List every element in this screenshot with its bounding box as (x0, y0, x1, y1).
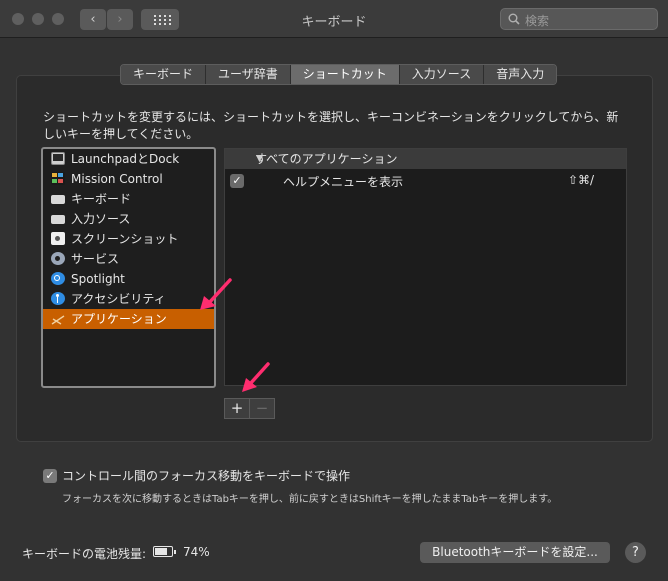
search-field[interactable]: 検索 (500, 8, 658, 30)
help-button[interactable]: ? (625, 542, 646, 563)
tab-dictation[interactable]: 音声入力 (484, 65, 557, 84)
category-label: Mission Control (71, 172, 163, 186)
screenshot-icon (51, 232, 65, 245)
category-label: サービス (71, 252, 120, 266)
mission-control-icon (51, 172, 65, 185)
category-list[interactable]: LaunchpadとDock Mission Control キーボード 入力ソ… (41, 147, 216, 388)
category-mission-control[interactable]: Mission Control (43, 169, 214, 189)
category-accessibility[interactable]: アクセシビリティ (43, 289, 214, 309)
disclosure-triangle-icon[interactable]: ▼ (256, 154, 263, 164)
shortcut-keys[interactable]: ⇧⌘/ (568, 173, 594, 187)
setup-bluetooth-keyboard-button[interactable]: Bluetoothキーボードを設定... (420, 542, 610, 563)
battery-label: キーボードの電池残量: (22, 547, 147, 561)
accessibility-icon (51, 292, 65, 305)
tab-input-sources[interactable]: 入力ソース (399, 65, 485, 84)
category-services[interactable]: サービス (43, 249, 214, 269)
category-screenshots[interactable]: スクリーンショット (43, 229, 214, 249)
battery-percent: 74% (183, 545, 210, 559)
shortcut-name: ヘルプメニューを表示 (283, 175, 404, 189)
instruction-text: ショートカットを変更するには、ショートカットを選択し、キーコンビネーションをクリ… (43, 110, 619, 141)
gear-icon (51, 252, 65, 265)
battery-icon (153, 546, 176, 557)
category-label: LaunchpadとDock (71, 152, 180, 166)
remove-shortcut-button[interactable]: − (249, 398, 275, 419)
spotlight-icon (51, 272, 65, 285)
category-label: スクリーンショット (71, 232, 179, 246)
app-shortcuts-icon (51, 312, 65, 325)
category-label: アクセシビリティ (71, 292, 166, 306)
category-keyboard[interactable]: キーボード (43, 189, 214, 209)
category-input-sources[interactable]: 入力ソース (43, 209, 214, 229)
annotation-arrow-icon (242, 362, 270, 392)
battery-fill (155, 548, 167, 555)
tab-shortcuts[interactable]: ショートカット (290, 65, 400, 84)
search-placeholder: 検索 (525, 14, 550, 28)
annotation-arrow-icon (200, 278, 232, 310)
tab-keyboard[interactable]: キーボード (121, 65, 207, 84)
shortcut-enabled-checkbox[interactable]: ✓ (230, 174, 244, 188)
category-launchpad-dock[interactable]: LaunchpadとDock (43, 149, 214, 169)
tab-bar: キーボード ユーザ辞書 ショートカット 入力ソース 音声入力 (120, 64, 558, 85)
category-label: アプリケーション (71, 312, 167, 326)
category-label: キーボード (71, 192, 132, 206)
category-label: 入力ソース (71, 212, 131, 226)
category-app-shortcuts[interactable]: アプリケーション (43, 309, 214, 329)
shortcut-list[interactable]: すべてのアプリケーション ✓ ヘルプメニューを表示 ⇧⌘/ (224, 148, 627, 386)
title-bar: ‹ › キーボード 検索 (0, 0, 668, 38)
category-label: Spotlight (71, 272, 125, 286)
launchpad-dock-icon (51, 152, 65, 165)
search-icon (508, 13, 520, 25)
keyboard-navigation-description: フォーカスを次に移動するときはTabキーを押し、前に戻すときはShiftキーを押… (62, 494, 558, 505)
category-spotlight[interactable]: Spotlight (43, 269, 214, 289)
keyboard-navigation-checkbox[interactable]: ✓ (43, 469, 57, 483)
group-label: すべてのアプリケーション (255, 152, 398, 166)
keyboard-navigation-label[interactable]: コントロール間のフォーカス移動をキーボードで操作 (62, 467, 350, 484)
tab-user-dictionary[interactable]: ユーザ辞書 (206, 65, 291, 84)
add-shortcut-button[interactable]: + (224, 398, 250, 419)
input-source-icon (51, 215, 65, 224)
shortcut-group-row[interactable]: すべてのアプリケーション (225, 149, 626, 169)
keyboard-icon (51, 195, 65, 204)
shortcut-row[interactable]: ✓ ヘルプメニューを表示 ⇧⌘/ (225, 171, 626, 191)
